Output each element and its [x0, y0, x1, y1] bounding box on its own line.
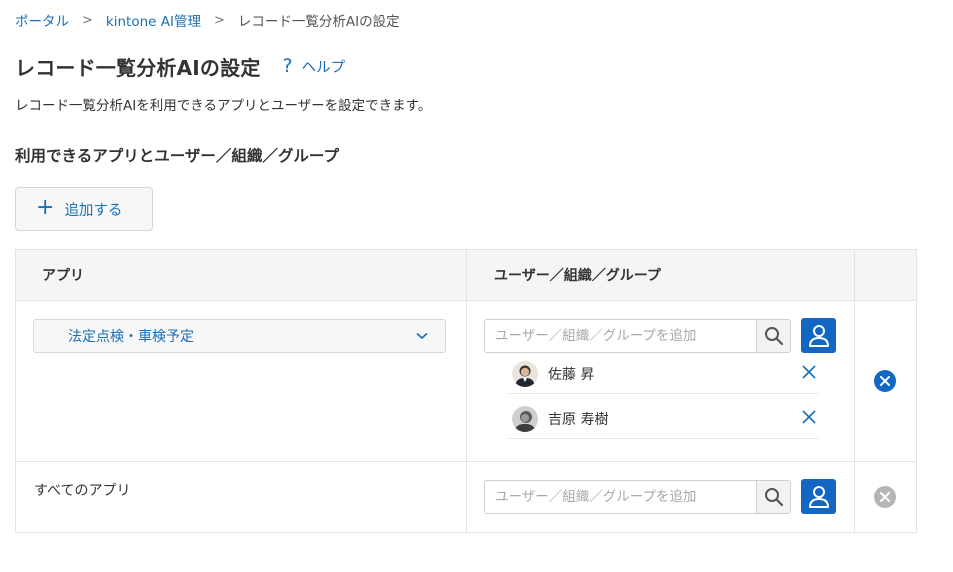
user-search-box: [484, 480, 791, 514]
delete-row-button[interactable]: [874, 370, 896, 392]
user-search-input[interactable]: [485, 481, 756, 513]
list-item: 吉原 寿樹: [508, 399, 819, 439]
section-title: 利用できるアプリとユーザー／組織／グループ: [15, 147, 339, 165]
user-search-box: [484, 319, 791, 353]
person-icon: [808, 324, 829, 347]
question-mark-icon: ?: [282, 55, 293, 77]
chevron-down-icon: [416, 329, 428, 343]
search-button[interactable]: [756, 320, 790, 352]
close-icon[interactable]: [799, 409, 819, 428]
user-picker-button[interactable]: [801, 479, 836, 514]
help-label: ヘルプ: [301, 59, 346, 76]
entity-name: 吉原 寿樹: [548, 411, 609, 428]
app-select[interactable]: 法定点検・車検予定: [33, 319, 446, 353]
column-divider: [466, 250, 467, 532]
close-circle-icon: [880, 492, 890, 502]
plus-icon: +: [36, 195, 55, 220]
users-cell: [484, 461, 854, 534]
entity-name: 佐藤 昇: [548, 366, 595, 383]
delete-row-button-disabled: [874, 486, 896, 508]
search-button[interactable]: [756, 481, 790, 513]
users-cell: 佐藤 昇 吉原 寿樹: [484, 250, 854, 461]
page-description: レコード一覧分析AIを利用できるアプリとユーザーを設定できます。: [15, 98, 432, 114]
avatar-icon: [512, 360, 538, 387]
breadcrumb-separator: >: [213, 12, 225, 28]
add-button-label: 追加する: [64, 202, 123, 219]
breadcrumb-kintone-ai-link[interactable]: kintone AI管理: [106, 10, 201, 30]
column-divider: [854, 250, 855, 532]
avatar-icon: [512, 405, 538, 432]
list-item: 佐藤 昇: [508, 354, 819, 394]
close-circle-icon: [880, 376, 890, 386]
search-icon: [764, 327, 783, 346]
close-icon[interactable]: [799, 364, 819, 383]
app-name: すべてのアプリ: [34, 483, 131, 499]
user-search-input[interactable]: [485, 320, 756, 352]
user-picker-button[interactable]: [801, 318, 836, 353]
column-header-app: アプリ: [42, 268, 84, 284]
app-select-value: 法定点検・車検予定: [68, 329, 194, 345]
title-row: レコード一覧分析AIの設定 ? ヘルプ: [15, 50, 345, 82]
person-icon: [808, 485, 829, 508]
breadcrumb-separator: >: [82, 12, 93, 28]
settings-table: アプリ ユーザー／組織／グループ 法定点検・車検予定 佐藤 昇: [15, 249, 917, 533]
breadcrumb: ポータル > kintone AI管理 > レコード一覧分析AIの設定: [15, 10, 400, 31]
add-button[interactable]: + 追加する: [15, 187, 153, 231]
breadcrumb-portal-link[interactable]: ポータル: [15, 10, 69, 30]
breadcrumb-current: レコード一覧分析AIの設定: [237, 14, 400, 30]
help-link[interactable]: ? ヘルプ: [283, 55, 346, 77]
page-title: レコード一覧分析AIの設定: [15, 55, 261, 80]
search-icon: [764, 488, 783, 507]
